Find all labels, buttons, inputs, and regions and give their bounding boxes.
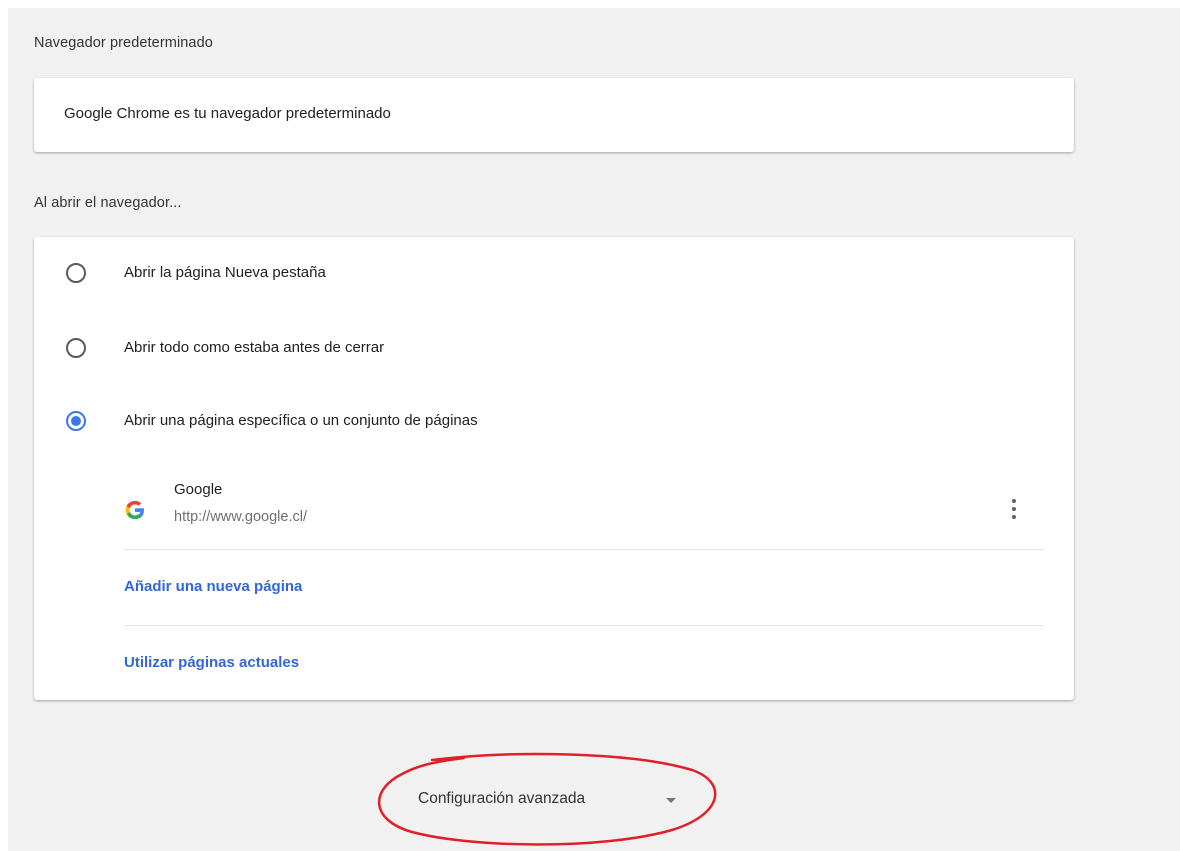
advanced-settings-label: Configuración avanzada [418, 790, 586, 807]
startup-page-url: http://www.google.cl/ [174, 509, 307, 525]
radio-button-new-tab[interactable] [66, 263, 86, 283]
add-new-page-link[interactable]: Añadir una nueva página [124, 578, 302, 595]
on-startup-section-title: Al abrir el navegador... [34, 195, 182, 211]
radio-button-continue[interactable] [66, 338, 86, 358]
on-startup-card: Abrir la página Nueva pestaña Abrir todo… [34, 237, 1074, 700]
divider [124, 625, 1044, 626]
startup-page-entry: Google http://www.google.cl/ [124, 469, 1044, 549]
google-g-icon [125, 500, 144, 520]
startup-option-specific-pages[interactable]: Abrir una página específica o un conjunt… [34, 401, 1074, 441]
startup-option-continue[interactable]: Abrir todo como estaba antes de cerrar [34, 328, 1074, 368]
more-actions-icon[interactable] [1004, 495, 1024, 523]
radio-button-specific-pages[interactable] [66, 411, 86, 431]
startup-option-label: Abrir una página específica o un conjunt… [124, 412, 478, 429]
default-browser-status: Google Chrome es tu navegador predetermi… [64, 105, 391, 122]
advanced-settings-button[interactable]: Configuración avanzada [418, 788, 688, 814]
use-current-pages-link[interactable]: Utilizar páginas actuales [124, 654, 299, 671]
divider [124, 549, 1044, 550]
startup-option-new-tab[interactable]: Abrir la página Nueva pestaña [34, 253, 1074, 293]
startup-option-label: Abrir todo como estaba antes de cerrar [124, 339, 385, 356]
startup-page-name: Google [174, 481, 223, 498]
chevron-down-icon [666, 798, 676, 803]
startup-option-label: Abrir la página Nueva pestaña [124, 264, 326, 281]
default-browser-section-title: Navegador predeterminado [34, 35, 213, 51]
default-browser-card: Google Chrome es tu navegador predetermi… [34, 78, 1074, 152]
